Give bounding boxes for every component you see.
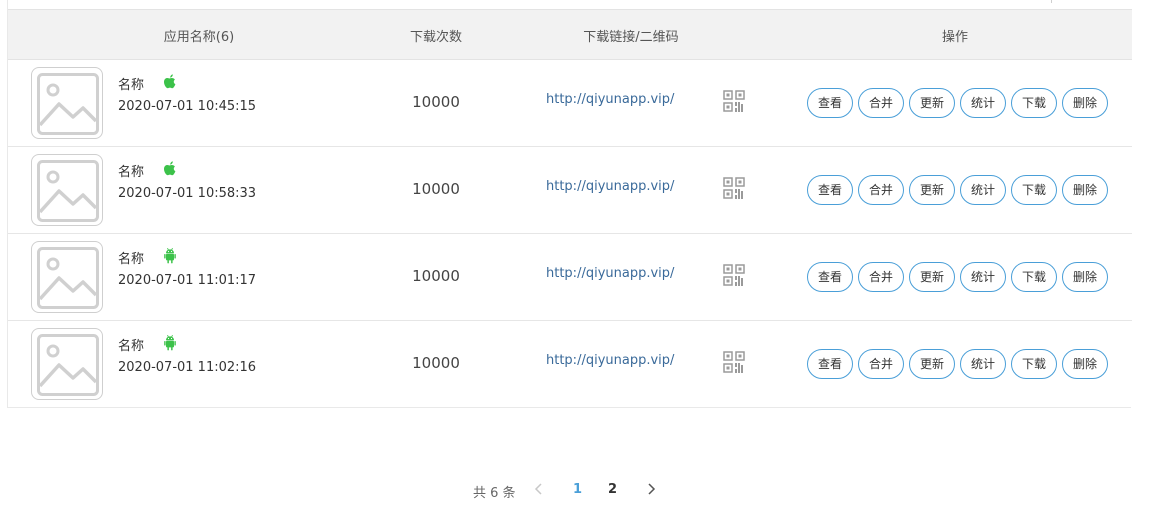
row-actions: 查看 合并 更新 统计 下载 删除 bbox=[807, 175, 1113, 205]
next-page-icon[interactable] bbox=[643, 480, 659, 498]
table-row: 名称 2020-07-01 10:58:33 10000 http://qiyunap… bbox=[8, 147, 1132, 234]
app-created-time: 2020-07-01 10:45:15 bbox=[118, 99, 257, 114]
app-name: 名称 bbox=[118, 78, 145, 93]
delete-button[interactable]: 删除 bbox=[1062, 349, 1108, 379]
merge-button[interactable]: 合并 bbox=[858, 175, 904, 205]
app-image-placeholder-icon bbox=[31, 67, 103, 139]
app-name: 名称 bbox=[118, 252, 145, 267]
download-count: 10000 bbox=[412, 93, 460, 111]
update-button[interactable]: 更新 bbox=[909, 262, 955, 292]
view-button[interactable]: 查看 bbox=[807, 349, 853, 379]
table-row: 名称 2020-07-01 10:45:15 10000 http://qiyunap… bbox=[8, 60, 1132, 147]
qr-code-icon[interactable] bbox=[723, 351, 745, 373]
page-1-button[interactable]: 1 bbox=[573, 482, 582, 497]
stats-button[interactable]: 统计 bbox=[960, 349, 1006, 379]
header-app-name: 应用名称(6) bbox=[163, 30, 235, 45]
update-button[interactable]: 更新 bbox=[909, 175, 955, 205]
table-row: 名称 2020-07-01 11:02:16 10000 http://qiyunap… bbox=[8, 321, 1132, 408]
update-button[interactable]: 更新 bbox=[909, 349, 955, 379]
update-button[interactable]: 更新 bbox=[909, 88, 955, 118]
download-link[interactable]: http://qiyunapp.vip/ bbox=[546, 179, 674, 194]
app-created-time: 2020-07-01 11:02:16 bbox=[118, 360, 257, 375]
top-divider-mark bbox=[1051, 0, 1052, 3]
delete-button[interactable]: 删除 bbox=[1062, 175, 1108, 205]
app-image-placeholder-icon bbox=[31, 154, 103, 226]
android-icon bbox=[162, 247, 178, 265]
qr-code-icon[interactable] bbox=[723, 90, 745, 112]
download-link[interactable]: http://qiyunapp.vip/ bbox=[546, 266, 674, 281]
header-downloads: 下载次数 bbox=[409, 30, 463, 45]
view-button[interactable]: 查看 bbox=[807, 175, 853, 205]
download-count: 10000 bbox=[412, 180, 460, 198]
apple-icon bbox=[162, 73, 178, 91]
prev-page-icon[interactable] bbox=[531, 480, 547, 498]
download-link[interactable]: http://qiyunapp.vip/ bbox=[546, 92, 674, 107]
app-created-time: 2020-07-01 10:58:33 bbox=[118, 186, 257, 201]
qr-code-icon[interactable] bbox=[723, 177, 745, 199]
table-row: 名称 2020-07-01 11:01:17 10000 http://qiyunap… bbox=[8, 234, 1132, 321]
stats-button[interactable]: 统计 bbox=[960, 175, 1006, 205]
page-2-button[interactable]: 2 bbox=[608, 482, 617, 497]
view-button[interactable]: 查看 bbox=[807, 262, 853, 292]
header-ops: 操作 bbox=[941, 30, 969, 45]
download-link[interactable]: http://qiyunapp.vip/ bbox=[546, 353, 674, 368]
app-image-placeholder-icon bbox=[31, 241, 103, 313]
download-button[interactable]: 下载 bbox=[1011, 88, 1057, 118]
qr-code-icon[interactable] bbox=[723, 264, 745, 286]
download-button[interactable]: 下载 bbox=[1011, 349, 1057, 379]
download-count: 10000 bbox=[412, 267, 460, 285]
view-button[interactable]: 查看 bbox=[807, 88, 853, 118]
header-link: 下载链接/二维码 bbox=[583, 30, 679, 45]
row-actions: 查看 合并 更新 统计 下载 删除 bbox=[807, 88, 1113, 118]
table-header: 应用名称(6) 下载次数 下载链接/二维码 操作 bbox=[8, 10, 1132, 60]
download-count: 10000 bbox=[412, 354, 460, 372]
row-actions: 查看 合并 更新 统计 下载 删除 bbox=[807, 349, 1113, 379]
app-name: 名称 bbox=[118, 339, 145, 354]
apple-icon bbox=[162, 160, 178, 178]
pagination: 共 6 条 1 2 bbox=[0, 479, 1149, 501]
pagination-total: 共 6 条 bbox=[473, 486, 516, 501]
merge-button[interactable]: 合并 bbox=[858, 262, 904, 292]
app-table: 应用名称(6) 下载次数 下载链接/二维码 操作 名称 2020-07-01 10… bbox=[7, 0, 1132, 408]
merge-button[interactable]: 合并 bbox=[858, 349, 904, 379]
download-button[interactable]: 下载 bbox=[1011, 262, 1057, 292]
app-image-placeholder-icon bbox=[31, 328, 103, 400]
delete-button[interactable]: 删除 bbox=[1062, 262, 1108, 292]
app-name: 名称 bbox=[118, 165, 145, 180]
stats-button[interactable]: 统计 bbox=[960, 88, 1006, 118]
merge-button[interactable]: 合并 bbox=[858, 88, 904, 118]
stats-button[interactable]: 统计 bbox=[960, 262, 1006, 292]
delete-button[interactable]: 删除 bbox=[1062, 88, 1108, 118]
app-created-time: 2020-07-01 11:01:17 bbox=[118, 273, 257, 288]
android-icon bbox=[162, 334, 178, 352]
download-button[interactable]: 下载 bbox=[1011, 175, 1057, 205]
row-actions: 查看 合并 更新 统计 下载 删除 bbox=[807, 262, 1113, 292]
